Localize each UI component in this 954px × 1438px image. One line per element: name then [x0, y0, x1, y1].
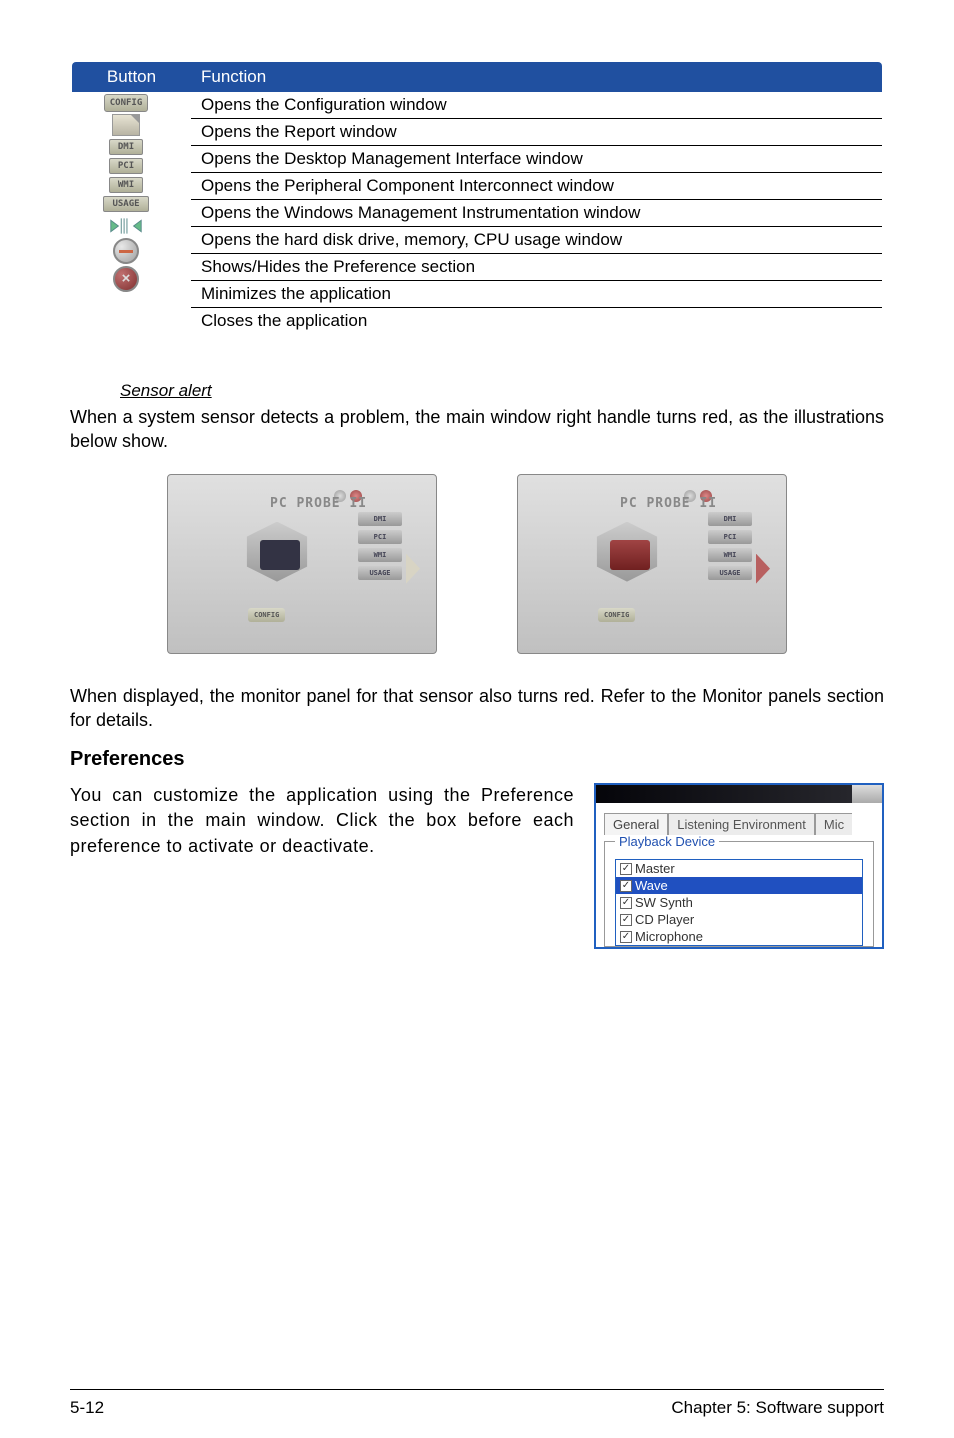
pci-button: PCI — [708, 530, 752, 544]
minimize-icon — [113, 238, 139, 264]
device-listbox[interactable]: ✓Master ✓Wave ✓SW Synth ✓CD Player ✓Micr… — [615, 859, 863, 946]
wmi-icon: WMI — [109, 177, 143, 193]
page-footer: 5-12 Chapter 5: Software support — [70, 1389, 884, 1418]
preferences-heading: Preferences — [70, 748, 884, 771]
probe-screenshot-alert: PC PROBE II DMI PCI WMI USAGE CONFIG — [517, 474, 787, 654]
preferences-screenshot: General Listening Environment Mic Playba… — [594, 783, 884, 949]
usage-button: USAGE — [708, 566, 752, 580]
list-item-label: Master — [635, 861, 675, 876]
monitor-panel-alert — [610, 540, 650, 570]
list-item[interactable]: ✓CD Player — [616, 911, 862, 928]
table-row: Opens the Desktop Management Interface w… — [191, 146, 883, 173]
dmi-button: DMI — [358, 512, 402, 526]
preferences-text: You can customize the application using … — [70, 783, 574, 859]
pci-button: PCI — [358, 530, 402, 544]
config-button: CONFIG — [248, 608, 285, 622]
pci-icon: PCI — [109, 158, 143, 174]
list-item-label: Microphone — [635, 929, 703, 944]
titlebar — [596, 785, 882, 803]
right-handle — [406, 554, 420, 584]
list-item-label: CD Player — [635, 912, 694, 927]
table-row: Opens the Configuration window — [191, 92, 883, 119]
wmi-button: WMI — [708, 548, 752, 562]
playback-device-legend: Playback Device — [615, 834, 719, 849]
list-item-selected[interactable]: ✓Wave — [616, 877, 862, 894]
report-icon — [112, 114, 140, 136]
dmi-button: DMI — [708, 512, 752, 526]
playback-device-group: Playback Device ✓Master ✓Wave ✓SW Synth … — [604, 834, 874, 947]
table-row: Shows/Hides the Preference section — [191, 254, 883, 281]
sensor-alert-text-1: When a system sensor detects a problem, … — [70, 405, 884, 454]
table-row: Opens the Windows Management Instrumenta… — [191, 200, 883, 227]
list-item[interactable]: ✓Microphone — [616, 928, 862, 945]
probe-title: PC PROBE II — [620, 496, 717, 511]
button-icon-column: CONFIG DMI PCI WMI USAGE × — [94, 94, 158, 292]
checkbox-icon[interactable]: ✓ — [620, 880, 632, 892]
tab-mic[interactable]: Mic — [815, 813, 852, 835]
usage-icon: USAGE — [103, 196, 148, 212]
table-row: Opens the Peripheral Component Interconn… — [191, 173, 883, 200]
table-row: Closes the application — [191, 308, 883, 341]
dmi-icon: DMI — [109, 139, 143, 155]
monitor-panel — [260, 540, 300, 570]
function-table-wrapper: Button Function Opens the Configuration … — [70, 60, 884, 341]
page-number: 5-12 — [70, 1398, 104, 1418]
sensor-alert-text-2: When displayed, the monitor panel for th… — [70, 684, 884, 733]
wmi-button: WMI — [358, 548, 402, 562]
list-item[interactable]: ✓Master — [616, 860, 862, 877]
list-item-label: SW Synth — [635, 895, 693, 910]
chapter-label: Chapter 5: Software support — [671, 1398, 884, 1418]
config-button: CONFIG — [598, 608, 635, 622]
table-row: Opens the Report window — [191, 119, 883, 146]
checkbox-icon[interactable]: ✓ — [620, 863, 632, 875]
config-icon: CONFIG — [104, 94, 149, 112]
table-header-function: Function — [191, 61, 883, 92]
sensor-alert-heading: Sensor alert — [120, 381, 884, 401]
right-handle-alert — [756, 554, 770, 584]
probe-screenshots: PC PROBE II DMI PCI WMI USAGE CONFIG — [70, 474, 884, 654]
checkbox-icon[interactable]: ✓ — [620, 897, 632, 909]
table-row: Minimizes the application — [191, 281, 883, 308]
table-header-button: Button — [71, 61, 191, 92]
tab-listening[interactable]: Listening Environment — [668, 813, 815, 835]
prefs-toggle-icon — [107, 215, 145, 237]
close-icon: × — [113, 266, 139, 292]
checkbox-icon[interactable]: ✓ — [620, 931, 632, 943]
table-row: Opens the hard disk drive, memory, CPU u… — [191, 227, 883, 254]
probe-screenshot-normal: PC PROBE II DMI PCI WMI USAGE CONFIG — [167, 474, 437, 654]
checkbox-icon[interactable]: ✓ — [620, 914, 632, 926]
probe-title: PC PROBE II — [270, 496, 367, 511]
function-table: Button Function Opens the Configuration … — [70, 60, 884, 341]
list-item-label: Wave — [635, 878, 668, 893]
usage-button: USAGE — [358, 566, 402, 580]
list-item[interactable]: ✓SW Synth — [616, 894, 862, 911]
tab-general[interactable]: General — [604, 813, 668, 835]
